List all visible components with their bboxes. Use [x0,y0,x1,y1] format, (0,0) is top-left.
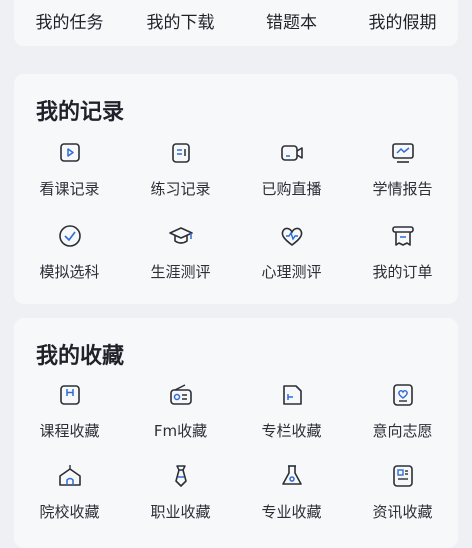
records-item-career-assessment[interactable]: 生涯测评 [125,221,236,282]
tie-icon [166,461,196,491]
quick-actions-card: 我的任务 我的下载 错题本 我的假期 [14,0,458,46]
school-icon [55,461,85,491]
records-item-view-courses[interactable]: 看课记录 [14,138,125,199]
course-icon [55,380,85,410]
favorites-card: 我的收藏 课程收藏 Fm收藏 专栏收藏 意向志愿 院校收藏 职业收藏 专业收藏 … [14,318,458,548]
favorites-item-label: 专业收藏 [261,503,322,521]
records-item-label: 学情报告 [372,180,433,198]
news-icon [388,461,418,491]
favorites-grid: 课程收藏 Fm收藏 专栏收藏 意向志愿 院校收藏 职业收藏 专业收藏 资讯收藏 [14,380,458,522]
heart-box-icon [388,380,418,410]
favorites-item-label: 专栏收藏 [261,422,322,440]
records-item-label: 心理测评 [261,263,322,281]
heart-pulse-icon [277,221,307,251]
play-icon [55,138,85,168]
records-item-purchased-live[interactable]: 已购直播 [236,138,347,199]
receipt-icon [388,221,418,251]
favorites-item-careers[interactable]: 职业收藏 [125,461,236,522]
favorites-item-courses[interactable]: 课程收藏 [14,380,125,441]
records-item-label: 练习记录 [150,180,211,198]
records-item-psych-assessment[interactable]: 心理测评 [236,221,347,282]
favorites-item-label: 职业收藏 [150,503,211,521]
favorites-item-label: Fm收藏 [153,422,208,440]
graduation-cap-icon [166,221,196,251]
records-item-label: 生涯测评 [150,263,211,281]
favorites-item-majors[interactable]: 专业收藏 [236,461,347,522]
my-tasks-button[interactable]: 我的任务 [14,8,125,33]
favorites-item-label: 意向志愿 [372,422,433,440]
quick-actions-row: 我的任务 我的下载 错题本 我的假期 [14,8,458,33]
check-circle-icon [55,221,85,251]
column-icon [277,380,307,410]
records-item-label: 我的订单 [372,263,433,281]
records-item-mock-subject[interactable]: 模拟选科 [14,221,125,282]
records-title: 我的记录 [36,100,125,125]
video-icon [277,138,307,168]
favorites-item-schools[interactable]: 院校收藏 [14,461,125,522]
report-icon [388,138,418,168]
practice-icon [166,138,196,168]
my-downloads-button[interactable]: 我的下载 [125,8,236,33]
records-item-my-orders[interactable]: 我的订单 [347,221,458,282]
records-item-label: 已购直播 [261,180,322,198]
favorites-title: 我的收藏 [36,344,125,369]
wrong-questions-button[interactable]: 错题本 [236,8,347,33]
favorites-item-intended-choices[interactable]: 意向志愿 [347,380,458,441]
favorites-item-fm[interactable]: Fm收藏 [125,380,236,441]
records-item-label: 看课记录 [39,180,100,198]
records-item-learning-report[interactable]: 学情报告 [347,138,458,199]
favorites-item-label: 课程收藏 [39,422,100,440]
records-item-practice[interactable]: 练习记录 [125,138,236,199]
records-grid: 看课记录 练习记录 已购直播 学情报告 模拟选科 生涯测评 心理测评 我的订单 [14,138,458,282]
favorites-item-news[interactable]: 资讯收藏 [347,461,458,522]
favorites-item-columns[interactable]: 专栏收藏 [236,380,347,441]
my-holiday-button[interactable]: 我的假期 [347,8,458,33]
records-item-label: 模拟选科 [39,263,100,281]
records-card: 我的记录 看课记录 练习记录 已购直播 学情报告 模拟选科 生涯测评 心理测评 … [14,74,458,304]
favorites-item-label: 资讯收藏 [372,503,433,521]
favorites-item-label: 院校收藏 [39,503,100,521]
radio-icon [166,380,196,410]
flask-icon [277,461,307,491]
